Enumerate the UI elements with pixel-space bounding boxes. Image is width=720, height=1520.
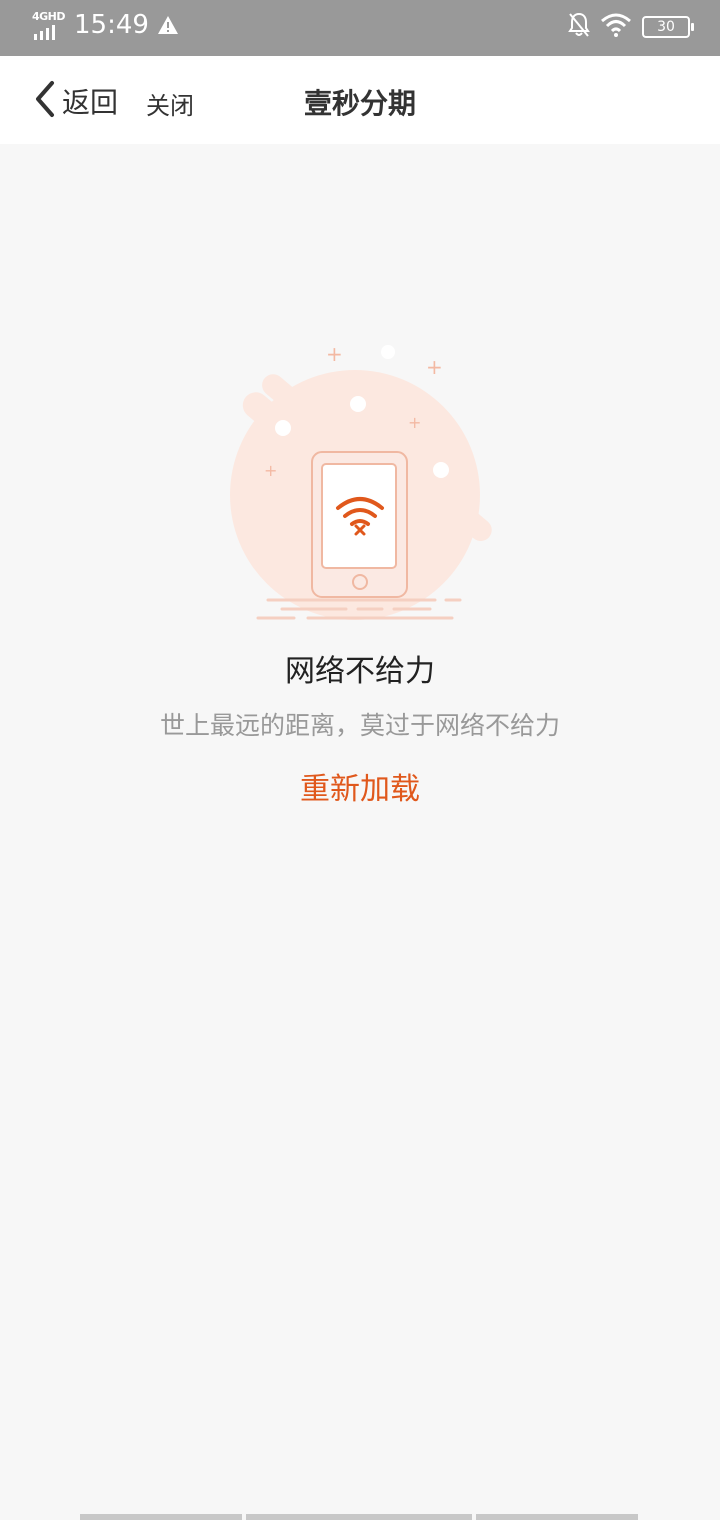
warning-icon bbox=[157, 15, 179, 35]
wifi-icon bbox=[600, 13, 632, 41]
bottom-indicators bbox=[80, 1514, 640, 1520]
status-right: 30 bbox=[568, 12, 694, 42]
battery-icon: 30 bbox=[642, 16, 694, 38]
svg-text:+: + bbox=[264, 461, 277, 480]
reload-button[interactable]: 重新加载 bbox=[0, 764, 720, 808]
error-title: 网络不给力 bbox=[285, 654, 435, 689]
svg-text:+: + bbox=[426, 355, 443, 379]
status-bar: 4GHD 15:49 30 bbox=[0, 0, 720, 56]
nav-bar: 返回 关闭 壹秒分期 bbox=[0, 56, 720, 144]
no-network-phone-illustration: + + + + bbox=[220, 340, 510, 634]
status-left: 4GHD 15:49 bbox=[30, 10, 179, 40]
error-subtitle: 世上最远的距离，莫过于网络不给力 bbox=[159, 711, 560, 740]
svg-text:+: + bbox=[408, 413, 421, 432]
indicator-bar bbox=[246, 1514, 472, 1520]
indicator-bar bbox=[476, 1514, 638, 1520]
page-title: 壹秒分期 bbox=[303, 87, 416, 120]
svg-text:+: + bbox=[326, 342, 343, 366]
bell-off-icon bbox=[568, 12, 590, 42]
network-label: 4GHD bbox=[32, 10, 66, 23]
indicator-bar bbox=[80, 1514, 242, 1520]
status-time: 15:49 bbox=[74, 10, 149, 40]
signal-icon: 4GHD bbox=[30, 10, 66, 40]
